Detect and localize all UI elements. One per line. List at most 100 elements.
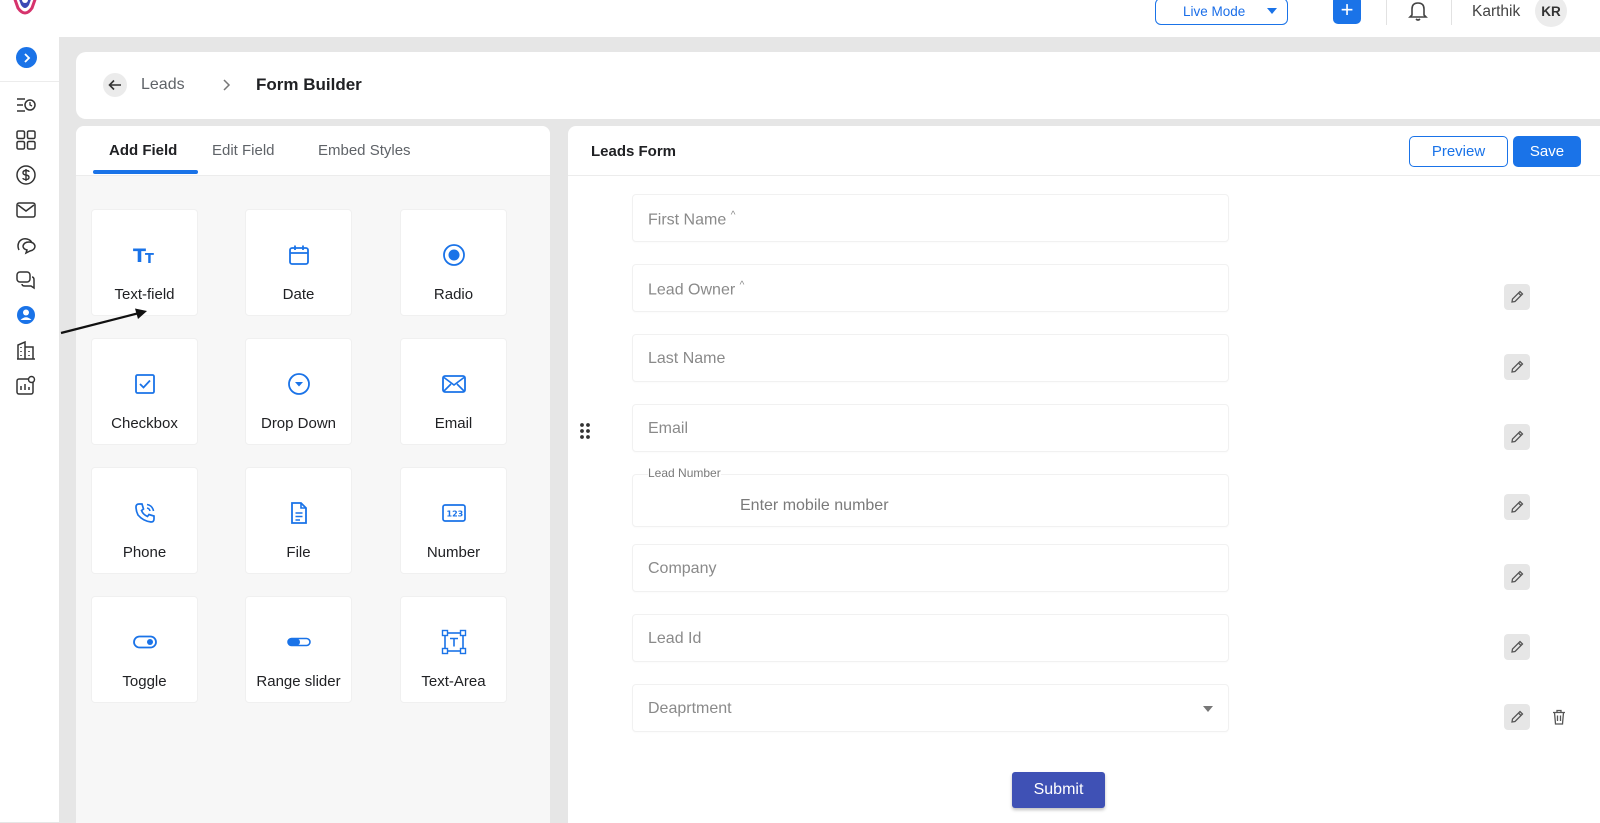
form-header: Leads Form Preview Save [568, 126, 1600, 176]
radio-icon [440, 241, 468, 269]
edit-department-button[interactable] [1504, 704, 1530, 730]
tile-label: Email [434, 415, 473, 432]
tile-label: Drop Down [260, 415, 337, 432]
required-mark: ^ [739, 280, 745, 291]
breadcrumb-leads-link[interactable]: Leads [141, 76, 185, 94]
mail-icon[interactable] [15, 199, 37, 221]
toggle-icon [131, 628, 159, 656]
edit-last-name-button[interactable] [1504, 354, 1530, 380]
svg-text:T: T [145, 252, 154, 267]
edit-company-button[interactable] [1504, 564, 1530, 590]
tab-add-field[interactable]: Add Field [109, 142, 177, 159]
calendar-icon [285, 241, 313, 269]
pencil-icon [1511, 500, 1524, 513]
tile-email[interactable]: Email [400, 338, 507, 445]
tile-number[interactable]: 123 Number [400, 467, 507, 574]
phone-icon [131, 499, 159, 527]
top-bar: Live Mode + Karthik KR [0, 0, 1600, 37]
tab-edit-field[interactable]: Edit Field [212, 142, 275, 159]
user-icon[interactable] [15, 304, 37, 326]
email-icon [440, 370, 468, 398]
tile-label: Number [426, 544, 481, 561]
field-placeholder-text: First Name [648, 211, 727, 229]
last-name-field[interactable]: Last Name [632, 334, 1229, 382]
tile-date[interactable]: Date [245, 209, 352, 316]
mode-select[interactable]: Live Mode [1155, 0, 1288, 25]
chevron-down-icon [1203, 706, 1213, 712]
edit-lead-number-button[interactable] [1504, 494, 1530, 520]
email-field[interactable]: Email [632, 404, 1229, 452]
tab-embed-styles[interactable]: Embed Styles [318, 142, 411, 159]
trash-icon [1553, 709, 1565, 725]
field-placeholder: Email [648, 420, 689, 437]
tile-toggle[interactable]: Toggle [91, 596, 198, 703]
tile-range-slider[interactable]: Range slider [245, 596, 352, 703]
tile-phone[interactable]: Phone [91, 467, 198, 574]
pencil-icon [1511, 710, 1524, 723]
preview-button[interactable]: Preview [1409, 136, 1508, 167]
tile-checkbox[interactable]: Checkbox [91, 338, 198, 445]
tile-label: Text-Area [421, 673, 486, 690]
field-label: Lead Number [648, 466, 721, 480]
tile-label: Radio [433, 286, 474, 303]
tile-label: Toggle [122, 673, 167, 690]
tile-file[interactable]: File [245, 467, 352, 574]
submit-button[interactable]: Submit [1012, 772, 1105, 808]
sidebar-divider [0, 81, 59, 82]
save-button[interactable]: Save [1513, 136, 1581, 167]
field-placeholder: Lead Id [648, 630, 702, 647]
field-placeholder: Company [648, 560, 717, 577]
user-name[interactable]: Karthik [1472, 3, 1520, 21]
form-canvas: Leads Form Preview Save First Name ^ Lea… [568, 126, 1600, 823]
chevron-right-icon [223, 79, 231, 91]
edit-email-button[interactable] [1504, 424, 1530, 450]
tile-label: Range slider [256, 673, 341, 690]
first-name-field[interactable]: First Name ^ [632, 194, 1229, 242]
analytics-settings-icon[interactable] [15, 374, 37, 396]
activity-icon[interactable] [15, 94, 37, 116]
sidebar-expand-button[interactable] [16, 47, 37, 68]
grid-icon[interactable] [15, 129, 37, 151]
drag-handle-icon[interactable] [578, 422, 592, 440]
number-icon: 123 [440, 499, 468, 527]
dollar-icon[interactable] [15, 164, 37, 186]
page-title: Form Builder [256, 75, 362, 94]
lead-id-field[interactable]: Lead Id [632, 614, 1229, 662]
tile-label: Phone [122, 544, 167, 561]
department-select[interactable]: Deaprtment [632, 684, 1229, 732]
field-placeholder: Last Name [648, 350, 726, 367]
lead-owner-field[interactable]: Lead Owner ^ [632, 264, 1229, 312]
add-button[interactable]: + [1333, 0, 1361, 24]
tile-label: Checkbox [111, 415, 178, 432]
field-placeholder: Deaprtment [648, 700, 732, 717]
field-placeholder: Enter mobile number [740, 497, 889, 514]
lead-number-field[interactable]: Lead Number Enter mobile number [632, 466, 1229, 527]
dropdown-icon [285, 370, 313, 398]
tile-label: File [286, 544, 311, 561]
bell-icon[interactable] [1405, 0, 1431, 24]
messages-icon[interactable] [15, 269, 37, 291]
tile-radio[interactable]: Radio [400, 209, 507, 316]
field-placeholder: First Name ^ [648, 210, 735, 229]
back-button[interactable] [103, 73, 127, 97]
company-field[interactable]: Company [632, 544, 1229, 592]
avatar[interactable]: KR [1535, 0, 1567, 27]
pencil-icon [1511, 570, 1524, 583]
chats-icon[interactable] [15, 234, 37, 256]
text-area-icon [440, 628, 468, 656]
app-logo-icon[interactable] [8, 0, 42, 24]
chevron-down-icon [1267, 8, 1277, 14]
svg-text:123: 123 [447, 510, 464, 519]
edit-lead-owner-button[interactable] [1504, 284, 1530, 310]
sidebar [0, 37, 59, 823]
form-title: Leads Form [591, 143, 677, 160]
edit-lead-id-button[interactable] [1504, 634, 1530, 660]
checkbox-icon [131, 370, 159, 398]
arrow-left-icon [108, 79, 121, 91]
tile-text-area[interactable]: Text-Area [400, 596, 507, 703]
tile-drop-down[interactable]: Drop Down [245, 338, 352, 445]
range-slider-icon [285, 628, 313, 656]
delete-department-button[interactable] [1546, 704, 1572, 730]
building-icon[interactable] [15, 339, 37, 361]
tile-label: Date [282, 286, 315, 303]
